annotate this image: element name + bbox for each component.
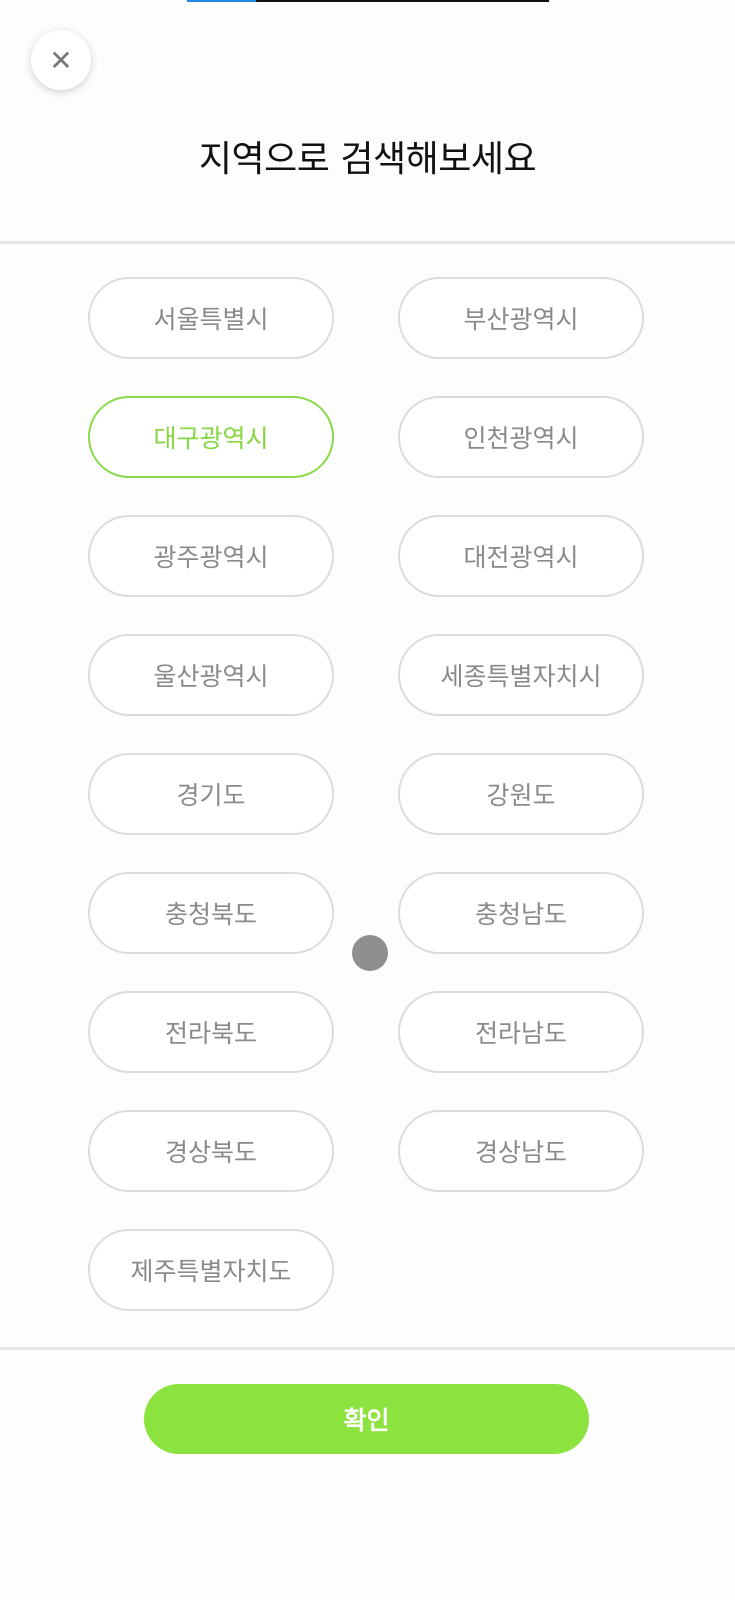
region-button[interactable]: 경기도 — [88, 753, 334, 835]
region-button[interactable]: 인천광역시 — [398, 396, 644, 478]
region-button[interactable]: 광주광역시 — [88, 515, 334, 597]
close-icon: ✕ — [49, 43, 73, 77]
region-button[interactable]: 제주특별자치도 — [88, 1229, 334, 1311]
region-button[interactable]: 경상북도 — [88, 1110, 334, 1192]
region-button[interactable]: 전라북도 — [88, 991, 334, 1073]
top-progress-bar — [187, 0, 549, 2]
region-button[interactable]: 경상남도 — [398, 1110, 644, 1192]
touch-indicator — [352, 935, 388, 971]
region-button[interactable]: 울산광역시 — [88, 634, 334, 716]
header-divider — [0, 241, 735, 244]
region-button[interactable]: 대전광역시 — [398, 515, 644, 597]
region-button[interactable]: 서울특별시 — [88, 277, 334, 359]
region-button-selected[interactable]: 대구광역시 — [88, 396, 334, 478]
close-button[interactable]: ✕ — [31, 30, 91, 90]
region-button[interactable]: 세종특별자치시 — [398, 634, 644, 716]
region-button[interactable]: 충청남도 — [398, 872, 644, 954]
region-button[interactable]: 충청북도 — [88, 872, 334, 954]
region-button[interactable]: 강원도 — [398, 753, 644, 835]
footer-divider — [0, 1347, 735, 1350]
page-title: 지역으로 검색해보세요 — [198, 139, 537, 180]
confirm-button[interactable]: 확인 — [144, 1384, 589, 1454]
region-button[interactable]: 전라남도 — [398, 991, 644, 1073]
progress-fill — [187, 0, 256, 2]
region-button[interactable]: 부산광역시 — [398, 277, 644, 359]
region-grid: 서울특별시 부산광역시 대구광역시 인천광역시 광주광역시 대전광역시 울산광역… — [88, 277, 646, 1311]
